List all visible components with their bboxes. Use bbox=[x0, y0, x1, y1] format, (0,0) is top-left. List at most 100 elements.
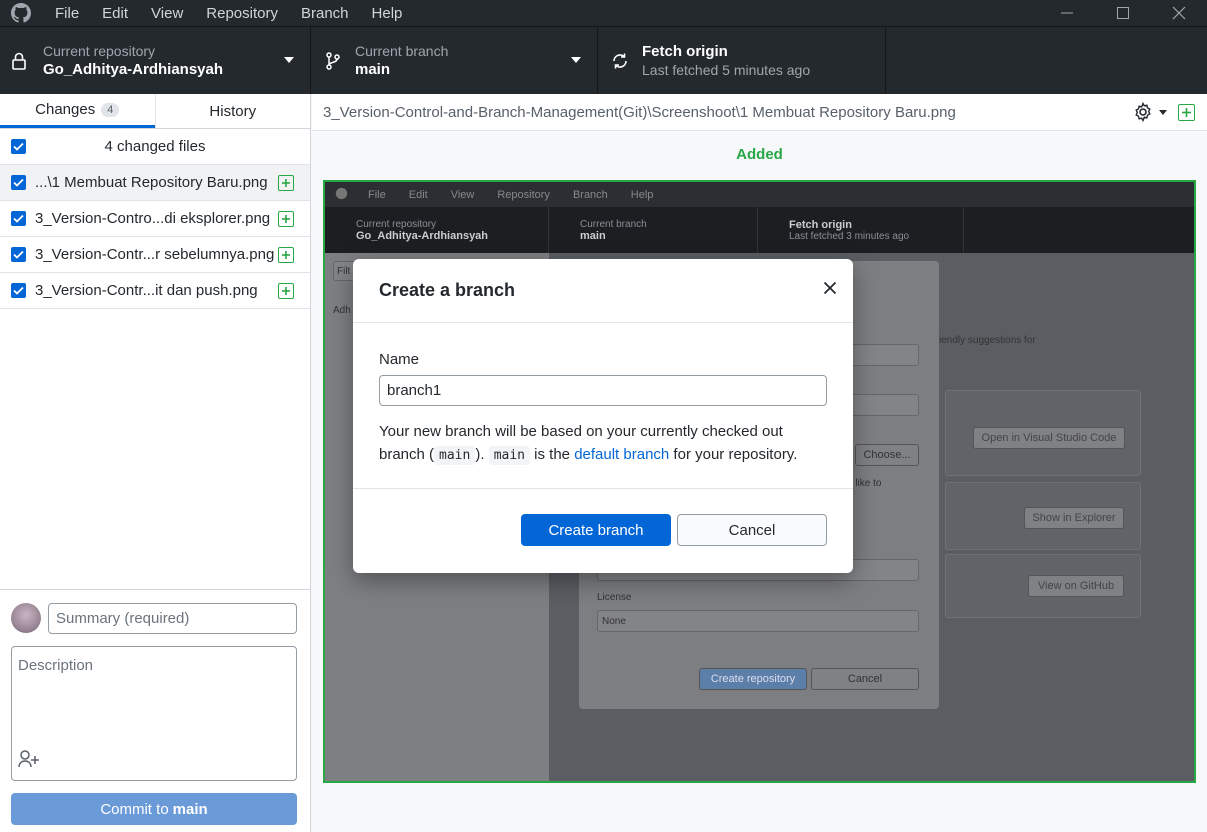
tab-changes[interactable]: Changes 4 bbox=[0, 94, 155, 128]
branch-name-input[interactable]: branch1 bbox=[379, 375, 827, 406]
description-input[interactable]: Description bbox=[11, 646, 297, 781]
file-added-icon bbox=[278, 175, 294, 191]
file-row[interactable]: ...\1 Membuat Repository Baru.png bbox=[0, 165, 310, 201]
branch-value: main bbox=[355, 61, 391, 78]
avatar bbox=[11, 603, 41, 633]
preview-view-github: View on GitHub bbox=[1028, 575, 1124, 597]
preview-repo-label: Current repository bbox=[356, 218, 437, 230]
toolbar: Current repository Go_Adhitya-Ardhiansya… bbox=[0, 26, 1207, 94]
tab-changes-label: Changes bbox=[35, 101, 96, 118]
sidebar-tabs: Changes 4 History bbox=[0, 94, 310, 129]
preview-fetch-sub: Last fetched 3 minutes ago bbox=[789, 230, 910, 242]
branch-label: Current branch bbox=[355, 43, 449, 59]
file-name: 3_Version-Contr...r sebelumnya.png bbox=[35, 246, 275, 263]
preview-suggest-text: iendly suggestions for bbox=[939, 335, 1036, 346]
tab-history-label: History bbox=[209, 102, 257, 120]
changes-sidebar: Changes 4 History 4 changed files ...\1 … bbox=[0, 94, 311, 832]
preview-github-logo-icon bbox=[335, 187, 348, 203]
file-name: ...\1 Membuat Repository Baru.png bbox=[35, 174, 268, 191]
sync-icon bbox=[598, 52, 642, 70]
menu-help[interactable]: Help bbox=[372, 5, 403, 22]
chevron-down-icon bbox=[284, 57, 294, 63]
menu-branch[interactable]: Branch bbox=[301, 5, 349, 22]
preview-repo: Current repository Go_Adhitya-Ardhiansya… bbox=[325, 207, 549, 253]
file-checkbox[interactable] bbox=[11, 247, 26, 262]
commit-area: Summary (required) Description Commit to… bbox=[0, 589, 310, 832]
dialog-header: Create a branch bbox=[353, 259, 853, 323]
file-row[interactable]: 3_Version-Contro...di eksplorer.png bbox=[0, 201, 310, 237]
file-checkbox[interactable] bbox=[11, 175, 26, 190]
file-path-bar: 3_Version-Control-and-Branch-Management(… bbox=[312, 94, 1207, 131]
fetch-sub: Last fetched 5 minutes ago bbox=[642, 62, 811, 78]
file-name: 3_Version-Contr...it dan push.png bbox=[35, 282, 258, 299]
minimize-button[interactable] bbox=[1039, 0, 1095, 26]
commit-button[interactable]: Commit to main bbox=[11, 793, 297, 825]
commit-prefix: Commit to bbox=[100, 800, 169, 818]
create-branch-dialog: Create a branch Name branch1 Your new br… bbox=[353, 259, 853, 573]
preview-branch: Current branch main bbox=[549, 207, 758, 253]
dialog-footer: Create branch Cancel bbox=[353, 489, 853, 572]
gear-icon bbox=[1135, 102, 1151, 122]
maximize-button[interactable] bbox=[1095, 0, 1151, 26]
fetch-origin-button[interactable]: Fetch origin Last fetched 5 minutes ago bbox=[598, 27, 886, 94]
preview-menu-item: File bbox=[368, 188, 386, 201]
menu-file[interactable]: File bbox=[55, 5, 79, 22]
repo-label: Current repository bbox=[43, 43, 156, 59]
note-text: is the bbox=[530, 446, 575, 463]
default-branch-link[interactable]: default branch bbox=[574, 446, 669, 463]
file-added-icon bbox=[278, 211, 294, 227]
current-branch-selector[interactable]: Current branch main bbox=[311, 27, 598, 94]
preview-card: Open in Visual Studio Code bbox=[945, 390, 1141, 476]
preview-card: Show in Explorer bbox=[945, 482, 1141, 550]
file-added-icon bbox=[1178, 104, 1195, 121]
file-checkbox[interactable] bbox=[11, 283, 26, 298]
cancel-button[interactable]: Cancel bbox=[677, 514, 827, 546]
changes-count-badge: 4 bbox=[101, 102, 120, 117]
file-checkbox[interactable] bbox=[11, 211, 26, 226]
title-bar: File Edit View Repository Branch Help bbox=[0, 0, 1207, 26]
preview-menu-item: Branch bbox=[572, 188, 608, 201]
preview-menu-item: Repository bbox=[497, 188, 550, 201]
dialog-body: Name branch1 Your new branch will be bas… bbox=[353, 323, 853, 489]
create-branch-button[interactable]: Create branch bbox=[521, 514, 671, 546]
preview-card: View on GitHub bbox=[945, 554, 1141, 618]
preview-show-explorer: Show in Explorer bbox=[1024, 507, 1124, 529]
repo-value: Go_Adhitya-Ardhiansyah bbox=[43, 61, 224, 78]
settings-dropdown[interactable] bbox=[1133, 102, 1167, 122]
preview-repo-value: Go_Adhitya-Ardhiansyah bbox=[356, 229, 489, 242]
menu-edit[interactable]: Edit bbox=[102, 5, 128, 22]
lock-icon bbox=[0, 52, 38, 70]
github-logo-icon bbox=[0, 0, 42, 26]
file-row[interactable]: 3_Version-Contr...it dan push.png bbox=[0, 273, 310, 309]
preview-fetch-label: Fetch origin bbox=[789, 218, 852, 231]
menu-repository[interactable]: Repository bbox=[206, 5, 278, 22]
preview-open-vscode: Open in Visual Studio Code bbox=[973, 427, 1125, 449]
preview-menu-item: Help bbox=[630, 188, 654, 201]
fetch-label: Fetch origin bbox=[642, 43, 728, 60]
changed-files-count: 4 changed files bbox=[104, 138, 206, 155]
file-row[interactable]: 3_Version-Contr...r sebelumnya.png bbox=[0, 237, 310, 273]
note-text: ). bbox=[475, 446, 485, 463]
tab-history[interactable]: History bbox=[154, 94, 311, 128]
dialog-title: Create a branch bbox=[379, 280, 516, 300]
preview-title-bar: File Edit View Repository Branch Help bbox=[325, 182, 1194, 207]
branch-icon bbox=[311, 51, 355, 70]
preview-menu-item: View bbox=[450, 188, 475, 201]
preview-list-stub: Adh bbox=[333, 305, 351, 316]
close-window-button[interactable] bbox=[1151, 0, 1207, 26]
menu-view[interactable]: View bbox=[151, 5, 183, 22]
summary-input[interactable]: Summary (required) bbox=[48, 603, 297, 634]
diff-status: Added bbox=[736, 146, 783, 163]
commit-branch: main bbox=[172, 800, 208, 818]
preview-license-select: None bbox=[597, 610, 919, 632]
branch-name-label: Name bbox=[379, 351, 420, 368]
chevron-down-icon bbox=[571, 57, 581, 63]
preview-branch-value: main bbox=[580, 229, 606, 242]
preview-license-label: License bbox=[597, 592, 632, 603]
description-placeholder: Description bbox=[18, 657, 94, 674]
note-text: for your repository. bbox=[669, 446, 798, 463]
file-added-icon bbox=[278, 283, 294, 299]
close-icon[interactable] bbox=[823, 281, 837, 298]
current-repository-selector[interactable]: Current repository Go_Adhitya-Ardhiansya… bbox=[0, 27, 311, 94]
add-coauthor-icon[interactable] bbox=[18, 750, 40, 772]
